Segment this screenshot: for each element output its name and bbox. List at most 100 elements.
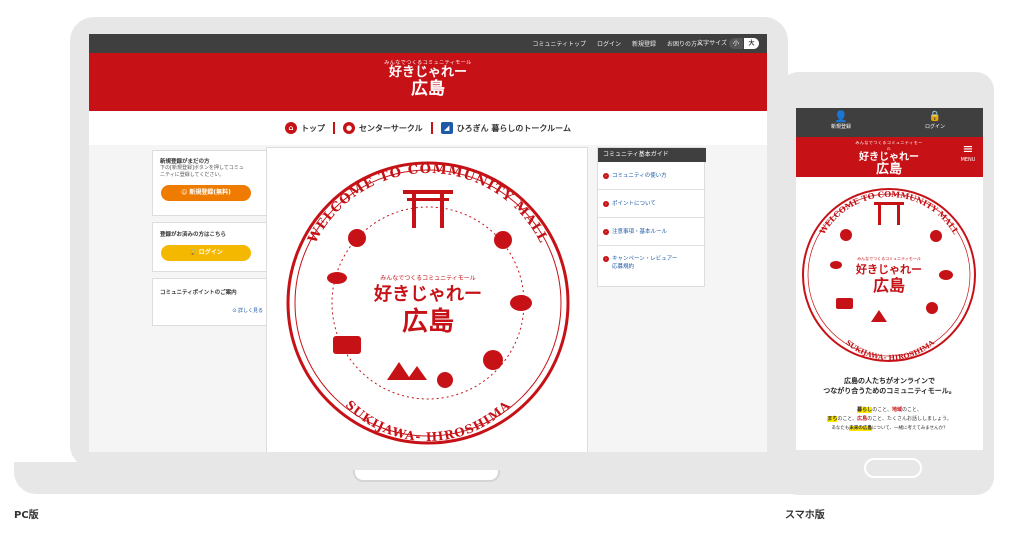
laptop-notch xyxy=(353,470,500,482)
text: のこと、たくさんお話ししましょう。 xyxy=(867,416,952,422)
circle-icon: ● xyxy=(343,122,356,134)
text: のこと、 xyxy=(837,416,858,422)
guide-item-label-line1: キャンペーン・レビュアー xyxy=(612,256,678,262)
guide-item-label: 注意事項・基本ルール xyxy=(612,228,668,235)
highlight: 地域 xyxy=(892,407,903,413)
sp-emblem-line2: 広島 xyxy=(873,276,905,295)
login-button-label: ログイン xyxy=(198,249,223,256)
nav-item-center-circle[interactable]: ● センターサークル xyxy=(335,122,431,134)
topbar-link-login[interactable]: ログイン xyxy=(597,39,621,48)
register-panel-text-1: 下の[新規登録]ボタンを押してコミュ xyxy=(160,165,244,171)
guide-item-label: コミュニティの使い方 xyxy=(612,172,667,179)
logo-line2: 広島 xyxy=(411,79,445,99)
guide-item-label-line2: 応募規約 xyxy=(612,264,635,270)
highlight: 未来の広島 xyxy=(849,426,872,431)
sp-register-button[interactable]: 👤 新規登録 xyxy=(826,110,856,131)
nav-item-top[interactable]: ⌂ トップ xyxy=(277,122,333,134)
sp-login-label: ログイン xyxy=(924,124,945,130)
sp-illustration-figures xyxy=(830,202,953,322)
topbar-link-community-top[interactable]: コミュニティトップ xyxy=(532,39,586,48)
bank-logo-icon: ◢ xyxy=(440,122,453,134)
sp-register-label: 新規登録 xyxy=(830,124,851,130)
sp-subtext-line1: 暮らしのこと、地域のこと、 xyxy=(796,406,983,415)
nav-item-hirogin[interactable]: ◢ ひろぎん 暮らしのトークルーム xyxy=(433,122,579,134)
points-panel: コミュニティポイントのご案内 ⊙ 詳しく見る xyxy=(152,278,272,326)
arrow-bullet-icon: › xyxy=(603,200,609,207)
sp-emblem-tagline: みんなでつくるコミュニティモール xyxy=(857,255,921,261)
nav-label-hirogin: ひろぎん 暮らしのトークルーム xyxy=(456,123,571,133)
phone-home-button xyxy=(864,458,922,478)
sp-subtext-line2: まちのこと、広島のこと、たくさんお話ししましょう。 xyxy=(796,415,983,424)
login-button[interactable]: 🔒 ログイン xyxy=(161,245,251,261)
sp-version-label: スマホ版 xyxy=(785,510,825,521)
lock-icon: 🔒 xyxy=(189,249,199,256)
sp-header: みんなでつくるコミュニティモール 好きじゃれー 広島 ≡ MENU xyxy=(796,137,983,177)
torii-gate-illustration xyxy=(403,190,453,228)
guide-item-label: キャンペーン・レビュアー 応募規約 xyxy=(612,255,677,271)
nav-label-top: トップ xyxy=(301,123,326,133)
arrow-bullet-icon: › xyxy=(603,256,609,262)
login-panel: 登録がお済みの方はこちら 🔒 ログイン xyxy=(152,222,272,272)
text: について、一緒に考えてみませんか？ xyxy=(871,426,948,431)
add-user-icon: 👤 xyxy=(834,110,848,123)
guide-panel: コミュニティ基本ガイド › コミュニティの使い方 › ポイントについて › 注意事項・… xyxy=(597,147,706,287)
sp-community-mall-emblem: WELCOME TO COMMUNITY MALL SUKIJAWA- HIRO… xyxy=(802,188,976,362)
sp-emblem-line1: 好きじゃれー xyxy=(855,262,922,276)
nav-label-center-circle: センターサークル xyxy=(359,123,423,133)
emblem-tagline: みんなでつくるコミュニティモール xyxy=(380,275,476,282)
highlight: 広島 xyxy=(857,416,868,422)
font-size-label: 文字サイズ xyxy=(697,40,727,47)
topbar-links: コミュニティトップ ログイン 新規登録 お困りの方へ xyxy=(532,34,703,53)
highlight: まち xyxy=(827,416,838,422)
sp-menu-button[interactable]: ≡ MENU xyxy=(958,142,978,164)
emblem-line2: 広島 xyxy=(402,306,454,337)
highlight: 暮らし xyxy=(857,407,873,413)
sp-headline-line1: 広島の人たちがオンラインで xyxy=(844,377,935,385)
register-panel: 新規登録がまだの方 下の[新規登録]ボタンを押してコミュ ニティに登録してくださ… xyxy=(152,150,272,216)
topbar-link-register[interactable]: 新規登録 xyxy=(632,39,656,48)
sp-login-button[interactable]: 🔒 ログイン xyxy=(920,111,950,130)
text: のこと、 xyxy=(872,407,892,413)
font-size-small-button[interactable]: 小 xyxy=(729,38,743,49)
guide-item-campaign[interactable]: › キャンペーン・レビュアー 応募規約 xyxy=(598,246,706,286)
home-icon: ⌂ xyxy=(285,122,298,134)
community-mall-emblem: WELCOME TO COMMUNITY MALL SUKIJAWA- HIRO… xyxy=(286,161,570,445)
points-panel-title: コミュニティポイントのご案内 xyxy=(160,290,237,296)
guide-item-usage[interactable]: › コミュニティの使い方 xyxy=(598,162,706,190)
arrow-bullet-icon: › xyxy=(603,172,609,179)
pc-header: みんなでつくるコミュニティモール 好きじゃれー 広島 xyxy=(89,53,767,111)
guide-item-points[interactable]: › ポイントについて xyxy=(598,190,706,218)
sp-subtext: 暮らしのこと、地域のこと、 まちのこと、広島のこと、たくさんお話ししましょう。 … xyxy=(796,406,983,433)
sp-headline: 広島の人たちがオンラインで つながり合うためのコミュニティモール。 xyxy=(796,376,983,396)
guide-item-rules[interactable]: › 注意事項・基本ルール xyxy=(598,218,706,246)
hamburger-icon: ≡ xyxy=(962,142,974,157)
sp-menu-label: MENU xyxy=(960,157,976,163)
register-panel-title: 新規登録がまだの方 xyxy=(160,159,210,165)
sp-topbar: 👤 新規登録 🔒 ログイン xyxy=(796,108,983,137)
register-panel-text-2: ニティに登録してください。 xyxy=(160,172,225,178)
register-button[interactable]: ☺ 新規登録(無料) xyxy=(161,185,251,201)
emblem-bottom-text: SUKIJAWA- HIROSHIMA xyxy=(343,398,513,444)
sp-emblem-top-text: WELCOME TO COMMUNITY MALL xyxy=(817,189,962,237)
register-button-label: 新規登録(無料) xyxy=(189,189,231,196)
site-logo[interactable]: みんなでつくるコミュニティモール 好きじゃれー 広島 xyxy=(378,59,478,98)
pc-screen: コミュニティトップ ログイン 新規登録 お困りの方へ 文字サイズ 小 大 みんな… xyxy=(89,34,767,452)
text: あなたも xyxy=(831,426,850,431)
pc-nav: ⌂ トップ ● センターサークル ◢ ひろぎん 暮らしのトークルーム xyxy=(89,111,767,145)
emblem-top-text: WELCOME TO COMMUNITY MALL xyxy=(305,162,551,247)
sp-headline-line2: つながり合うためのコミュニティモール。 xyxy=(823,387,956,395)
font-size-large-button[interactable]: 大 xyxy=(744,38,759,49)
sp-subtext-line3: あなたも未来の広島について、一緒に考えてみませんか？ xyxy=(796,424,983,433)
points-link[interactable]: ⊙ 詳しく見る xyxy=(232,307,263,314)
login-panel-title: 登録がお済みの方はこちら xyxy=(160,232,227,238)
sp-logo-tagline: みんなでつくるコミュニティモール xyxy=(855,140,923,151)
sp-site-logo[interactable]: みんなでつくるコミュニティモール 好きじゃれー 広島 xyxy=(854,140,924,177)
lock-icon: 🔒 xyxy=(928,111,942,122)
main-content: WELCOME TO COMMUNITY MALL SUKIJAWA- HIRO… xyxy=(266,147,588,452)
guide-item-label: ポイントについて xyxy=(612,200,656,207)
sp-screen: 👤 新規登録 🔒 ログイン みんなでつくるコミュニティモール 好きじゃれー 広島… xyxy=(796,108,983,450)
text: のこと、 xyxy=(902,407,922,413)
pc-version-label: PC版 xyxy=(14,510,39,521)
sp-emblem-bottom-text: SUKIJAWA- HIROSHIMA xyxy=(844,338,936,362)
pc-topbar: コミュニティトップ ログイン 新規登録 お困りの方へ 文字サイズ 小 大 xyxy=(89,34,767,53)
